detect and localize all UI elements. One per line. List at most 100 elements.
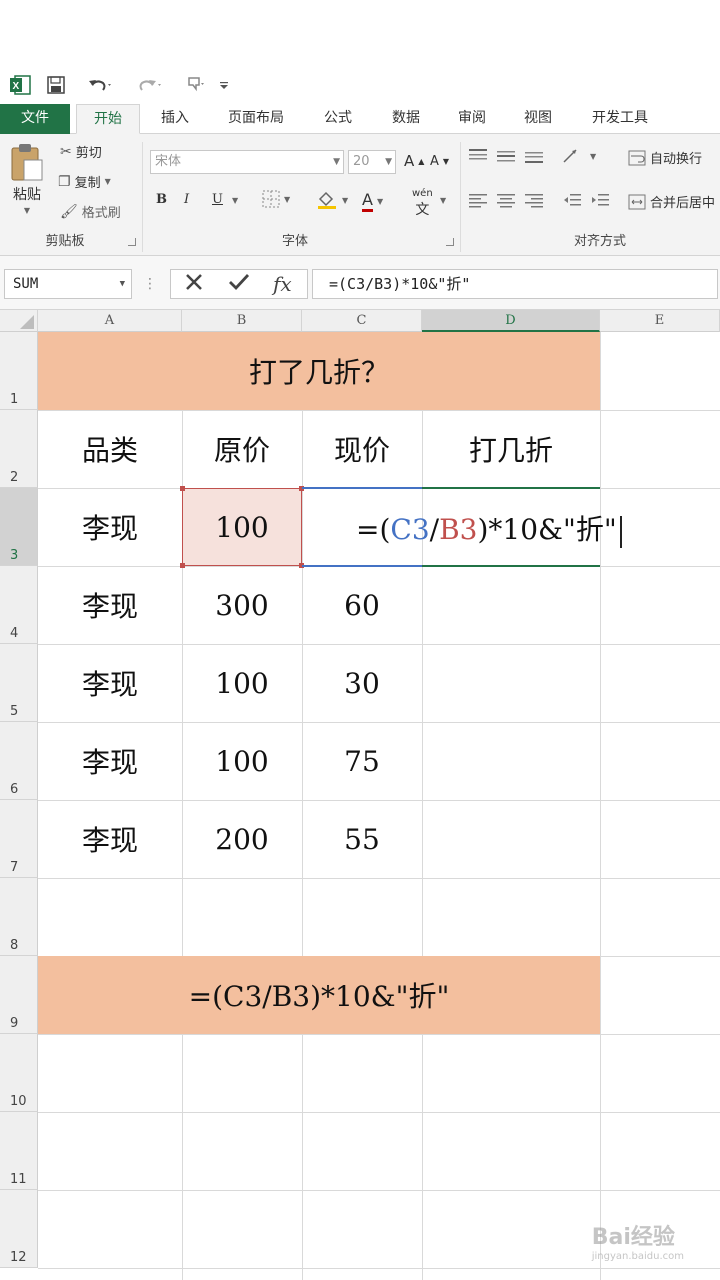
current-price-cell[interactable]: 75 xyxy=(302,722,422,800)
underline-button[interactable]: U xyxy=(212,192,223,207)
tab-view[interactable]: 视图 xyxy=(508,104,568,134)
row-header-5[interactable]: 5 xyxy=(0,644,38,722)
row-header-12[interactable]: 12 xyxy=(0,1190,38,1268)
paste-dropdown-icon[interactable]: ▼ xyxy=(24,206,30,215)
font-launcher-icon[interactable] xyxy=(446,238,454,246)
tab-review[interactable]: 审阅 xyxy=(442,104,502,134)
tab-file[interactable]: 文件 xyxy=(0,104,70,134)
category-cell[interactable]: 李现 xyxy=(38,722,182,800)
decrease-indent-button[interactable] xyxy=(562,192,582,208)
fill-bucket-icon xyxy=(318,191,336,209)
align-right-button[interactable] xyxy=(524,192,544,208)
cancel-icon[interactable] xyxy=(183,271,205,298)
redo-icon[interactable] xyxy=(130,74,170,96)
paste-button[interactable]: 粘贴 ▼ xyxy=(8,142,46,215)
category-cell[interactable]: 李现 xyxy=(38,566,182,644)
category-cell[interactable]: 李现 xyxy=(38,644,182,722)
italic-button[interactable]: I xyxy=(184,192,189,207)
row-header-8[interactable]: 8 xyxy=(0,878,38,956)
row-header-11[interactable]: 11 xyxy=(0,1112,38,1190)
original-price-cell[interactable]: 100 xyxy=(182,488,302,566)
border-button[interactable]: ▼ xyxy=(262,190,290,208)
tab-insert[interactable]: 插入 xyxy=(146,104,204,134)
tab-page-layout[interactable]: 页面布局 xyxy=(214,104,298,134)
cut-label: 剪切 xyxy=(75,146,102,161)
enter-check-icon[interactable] xyxy=(227,271,251,298)
header-cell-original-price[interactable]: 原价 xyxy=(182,410,302,488)
row-header-6[interactable]: 6 xyxy=(0,722,38,800)
font-size-combo[interactable]: 20 ▼ xyxy=(348,150,396,174)
row-header-4[interactable]: 4 xyxy=(0,566,38,644)
excel-window: X 文件 开始 插入 页面布局 公式 数据 审阅 视图 开发工具 粘贴 ▼ ✂ … xyxy=(0,0,720,1280)
phonetic-button[interactable]: wén 文 xyxy=(412,188,433,219)
bold-button[interactable]: B xyxy=(156,192,167,207)
grow-font-label: A xyxy=(404,152,415,170)
tab-home[interactable]: 开始 xyxy=(76,104,140,134)
font-color-button[interactable]: A ▼ xyxy=(362,190,383,212)
row-header-1[interactable]: 1 xyxy=(0,332,38,410)
paste-label: 粘贴 xyxy=(13,187,41,203)
formula-note-cell[interactable]: =(C3/B3)*10&"折" xyxy=(38,956,600,1034)
current-price-cell[interactable]: 60 xyxy=(302,566,422,644)
phonetic-dropdown-icon[interactable]: ▼ xyxy=(440,196,446,205)
column-header-e[interactable]: E xyxy=(600,310,720,332)
copy-button[interactable]: ❐ 复制 ▼ xyxy=(58,172,111,192)
select-all-corner[interactable] xyxy=(0,310,38,332)
align-left-button[interactable] xyxy=(468,192,488,208)
top-align-button[interactable] xyxy=(468,148,488,164)
column-header-b[interactable]: B xyxy=(182,310,302,332)
row-header-2[interactable]: 2 xyxy=(0,410,38,488)
column-header-d[interactable]: D xyxy=(422,310,600,332)
touch-mode-icon[interactable] xyxy=(180,74,212,96)
active-cell-border xyxy=(422,487,600,489)
ref-c-border xyxy=(302,487,422,489)
align-center-button[interactable] xyxy=(496,192,516,208)
tab-developer[interactable]: 开发工具 xyxy=(578,104,662,134)
fill-color-button[interactable]: ▼ xyxy=(316,190,348,210)
shrink-font-button[interactable]: A ▼ xyxy=(430,154,449,169)
middle-align-button[interactable] xyxy=(496,148,516,164)
header-cell-category[interactable]: 品类 xyxy=(38,410,182,488)
font-name-combo[interactable]: 宋体 ▼ xyxy=(150,150,344,174)
wrap-text-button[interactable]: 自动换行 xyxy=(628,148,702,167)
original-price-cell[interactable]: 100 xyxy=(182,644,302,722)
tab-data[interactable]: 数据 xyxy=(376,104,436,134)
tab-formulas[interactable]: 公式 xyxy=(308,104,368,134)
ref-handle[interactable] xyxy=(180,486,185,491)
active-cell-editor[interactable]: =(C3/B3)*10&"折" xyxy=(356,508,622,548)
category-cell[interactable]: 李现 xyxy=(38,800,182,878)
bottom-align-button[interactable] xyxy=(524,148,544,164)
row-header-9[interactable]: 9 xyxy=(0,956,38,1034)
current-price-cell[interactable]: 30 xyxy=(302,644,422,722)
current-price-cell[interactable]: 55 xyxy=(302,800,422,878)
row-header-10[interactable]: 10 xyxy=(0,1034,38,1112)
header-cell-discount[interactable]: 打几折 xyxy=(422,410,600,488)
column-header-c[interactable]: C xyxy=(302,310,422,332)
formula-input[interactable]: =(C3/B3)*10&"折" xyxy=(312,269,718,299)
orientation-button[interactable]: ▼ xyxy=(562,148,596,164)
increase-indent-button[interactable] xyxy=(590,192,610,208)
header-cell-current-price[interactable]: 现价 xyxy=(302,410,422,488)
format-painter-button[interactable]: 🖌 格式刷 xyxy=(60,202,121,222)
title-cell[interactable]: 打了几折？ xyxy=(38,332,600,410)
category-cell[interactable]: 李现 xyxy=(38,488,182,566)
grid-line xyxy=(38,1112,720,1113)
grow-font-button[interactable]: A ▲ xyxy=(404,152,424,170)
row-header-7[interactable]: 7 xyxy=(0,800,38,878)
insert-function-button[interactable]: fx xyxy=(273,272,292,296)
row-header-3[interactable]: 3 xyxy=(0,488,38,566)
name-box[interactable]: SUM ▼ xyxy=(4,269,132,299)
column-header-a[interactable]: A xyxy=(38,310,182,332)
save-icon[interactable] xyxy=(44,74,68,96)
underline-dropdown-icon[interactable]: ▼ xyxy=(232,196,238,205)
cut-button[interactable]: ✂ 剪切 xyxy=(60,142,102,162)
name-box-value: SUM xyxy=(13,276,39,292)
clipboard-launcher-icon[interactable] xyxy=(128,238,136,246)
original-price-cell[interactable]: 200 xyxy=(182,800,302,878)
original-price-cell[interactable]: 300 xyxy=(182,566,302,644)
undo-icon[interactable] xyxy=(80,74,120,96)
original-price-cell[interactable]: 100 xyxy=(182,722,302,800)
copy-dropdown-icon[interactable]: ▼ xyxy=(105,177,111,186)
customize-qat-icon[interactable] xyxy=(216,74,232,96)
merge-center-button[interactable]: 合并后居中 xyxy=(628,192,715,211)
